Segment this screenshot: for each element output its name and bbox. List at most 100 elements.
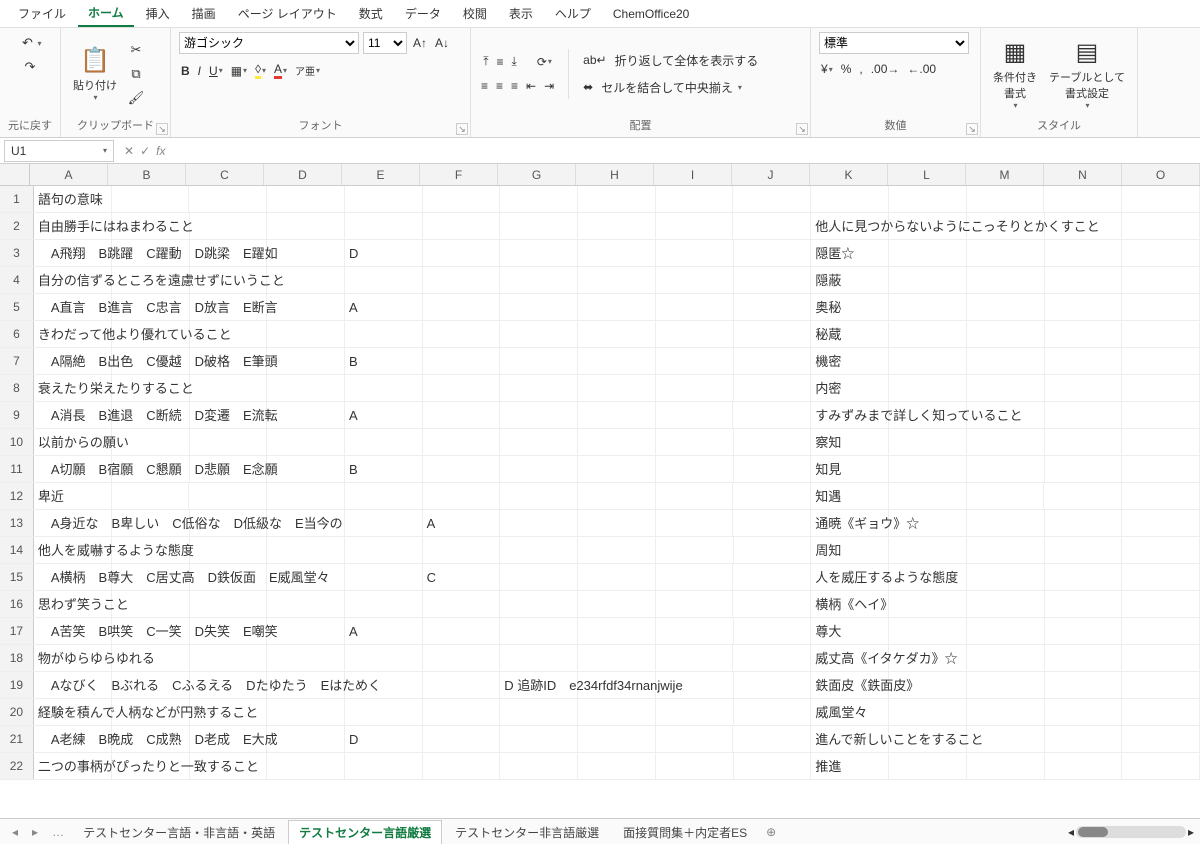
row-header[interactable]: 17 [0, 618, 34, 644]
cell[interactable]: 以前からの願い [34, 429, 112, 455]
align-middle-button[interactable]: ≡ [495, 53, 506, 71]
cell[interactable] [1045, 267, 1123, 293]
font-dialog-launcher[interactable]: ↘ [456, 123, 468, 135]
cell[interactable]: A身近な B卑しい C低俗な D低級な E当今の [34, 510, 112, 536]
cell[interactable]: A飛翔 B跳躍 C躍動 D跳梁 E躍如 [34, 240, 112, 266]
conditional-formatting-button[interactable]: ▦ 条件付き 書式▾ [989, 34, 1041, 114]
cell[interactable]: 察知 [811, 429, 889, 455]
cell[interactable] [656, 186, 734, 212]
increase-font-button[interactable]: A↑ [411, 34, 429, 52]
column-header-E[interactable]: E [342, 164, 420, 185]
cell[interactable] [1045, 402, 1123, 428]
cell[interactable] [734, 429, 812, 455]
cell[interactable] [967, 672, 1045, 698]
menu-help[interactable]: ヘルプ [545, 1, 601, 26]
cell[interactable] [423, 456, 501, 482]
menu-file[interactable]: ファイル [8, 1, 76, 26]
cell[interactable] [1045, 618, 1123, 644]
sheet-tab-2[interactable]: テストセンター言語厳選 [288, 820, 442, 844]
cell[interactable]: 人を威圧するような態度 [811, 564, 889, 590]
cell[interactable] [1122, 537, 1200, 563]
cell[interactable] [1045, 240, 1123, 266]
cell[interactable] [1122, 348, 1200, 374]
cell[interactable] [578, 267, 656, 293]
cell[interactable] [733, 186, 811, 212]
cell[interactable] [1045, 672, 1123, 698]
cell[interactable] [889, 753, 967, 779]
cell[interactable] [500, 348, 578, 374]
cell[interactable] [345, 645, 423, 671]
cell[interactable] [112, 483, 190, 509]
column-header-N[interactable]: N [1044, 164, 1122, 185]
percent-button[interactable]: % [839, 60, 854, 78]
cell[interactable]: 横柄《ヘイ》 [811, 591, 889, 617]
cell[interactable] [189, 186, 267, 212]
cell[interactable] [500, 456, 578, 482]
column-header-I[interactable]: I [654, 164, 732, 185]
cell[interactable] [190, 429, 268, 455]
cell[interactable] [423, 429, 501, 455]
cell[interactable] [578, 321, 656, 347]
cell[interactable] [578, 510, 656, 536]
cell[interactable] [889, 456, 967, 482]
cell[interactable] [423, 402, 501, 428]
cell[interactable] [967, 294, 1045, 320]
row-header[interactable]: 2 [0, 213, 34, 239]
cell[interactable]: A切願 B宿願 C懇願 D悲願 E念願 [34, 456, 112, 482]
cell[interactable] [578, 240, 656, 266]
cell[interactable]: A [345, 618, 423, 644]
cell[interactable] [500, 726, 578, 752]
cell[interactable] [656, 375, 734, 401]
cell[interactable] [500, 186, 578, 212]
cell[interactable]: 自分の信ずるところを遠慮せずにいうこと [34, 267, 112, 293]
cell[interactable] [1122, 429, 1200, 455]
cell[interactable] [578, 294, 656, 320]
new-sheet-button[interactable]: ⊕ [760, 825, 782, 839]
cell[interactable] [267, 429, 345, 455]
cell[interactable] [500, 645, 578, 671]
cell[interactable] [967, 618, 1045, 644]
sheet-tab-1[interactable]: テストセンター言語・非言語・英語 [72, 820, 286, 844]
cell[interactable]: 鉄面皮《鉄面皮》 [811, 672, 889, 698]
cell[interactable] [1122, 456, 1200, 482]
cell[interactable] [500, 510, 578, 536]
cell[interactable] [967, 267, 1045, 293]
cell[interactable]: 機密 [811, 348, 889, 374]
menu-data[interactable]: データ [395, 1, 451, 26]
cell[interactable] [811, 186, 889, 212]
align-center-button[interactable]: ≡ [494, 77, 505, 95]
cell[interactable] [500, 402, 578, 428]
cell[interactable] [1122, 321, 1200, 347]
increase-indent-button[interactable]: ⇥ [542, 77, 556, 95]
cell[interactable] [267, 186, 345, 212]
cell[interactable] [500, 753, 578, 779]
row-header[interactable]: 3 [0, 240, 34, 266]
cell[interactable]: A苦笑 B哄笑 C一笑 D失笑 E嘲笑 [34, 618, 112, 644]
cell[interactable] [345, 510, 423, 536]
cell[interactable] [1045, 645, 1123, 671]
cell[interactable] [733, 402, 811, 428]
cell[interactable] [967, 510, 1045, 536]
cell[interactable] [1045, 456, 1123, 482]
cell[interactable]: 威丈高《イタケダカ》☆ [811, 645, 889, 671]
cell[interactable] [656, 429, 734, 455]
cell[interactable] [1122, 591, 1200, 617]
cell[interactable] [967, 564, 1045, 590]
cell[interactable] [967, 375, 1045, 401]
cell[interactable]: A [345, 294, 423, 320]
cell[interactable] [1045, 564, 1123, 590]
cell[interactable]: 隠匿☆ [811, 240, 889, 266]
cell[interactable] [889, 483, 967, 509]
cell[interactable] [578, 348, 656, 374]
cell[interactable] [1122, 483, 1200, 509]
cell[interactable] [423, 321, 501, 347]
cell[interactable] [578, 753, 656, 779]
cell[interactable] [967, 240, 1045, 266]
cell[interactable]: C [423, 564, 501, 590]
cell[interactable] [267, 618, 345, 644]
cell[interactable]: 推進 [811, 753, 889, 779]
cell[interactable] [500, 483, 578, 509]
cell[interactable]: 自由勝手にはねまわること [34, 213, 112, 239]
cell[interactable] [889, 186, 967, 212]
decrease-font-button[interactable]: A↓ [433, 34, 451, 52]
